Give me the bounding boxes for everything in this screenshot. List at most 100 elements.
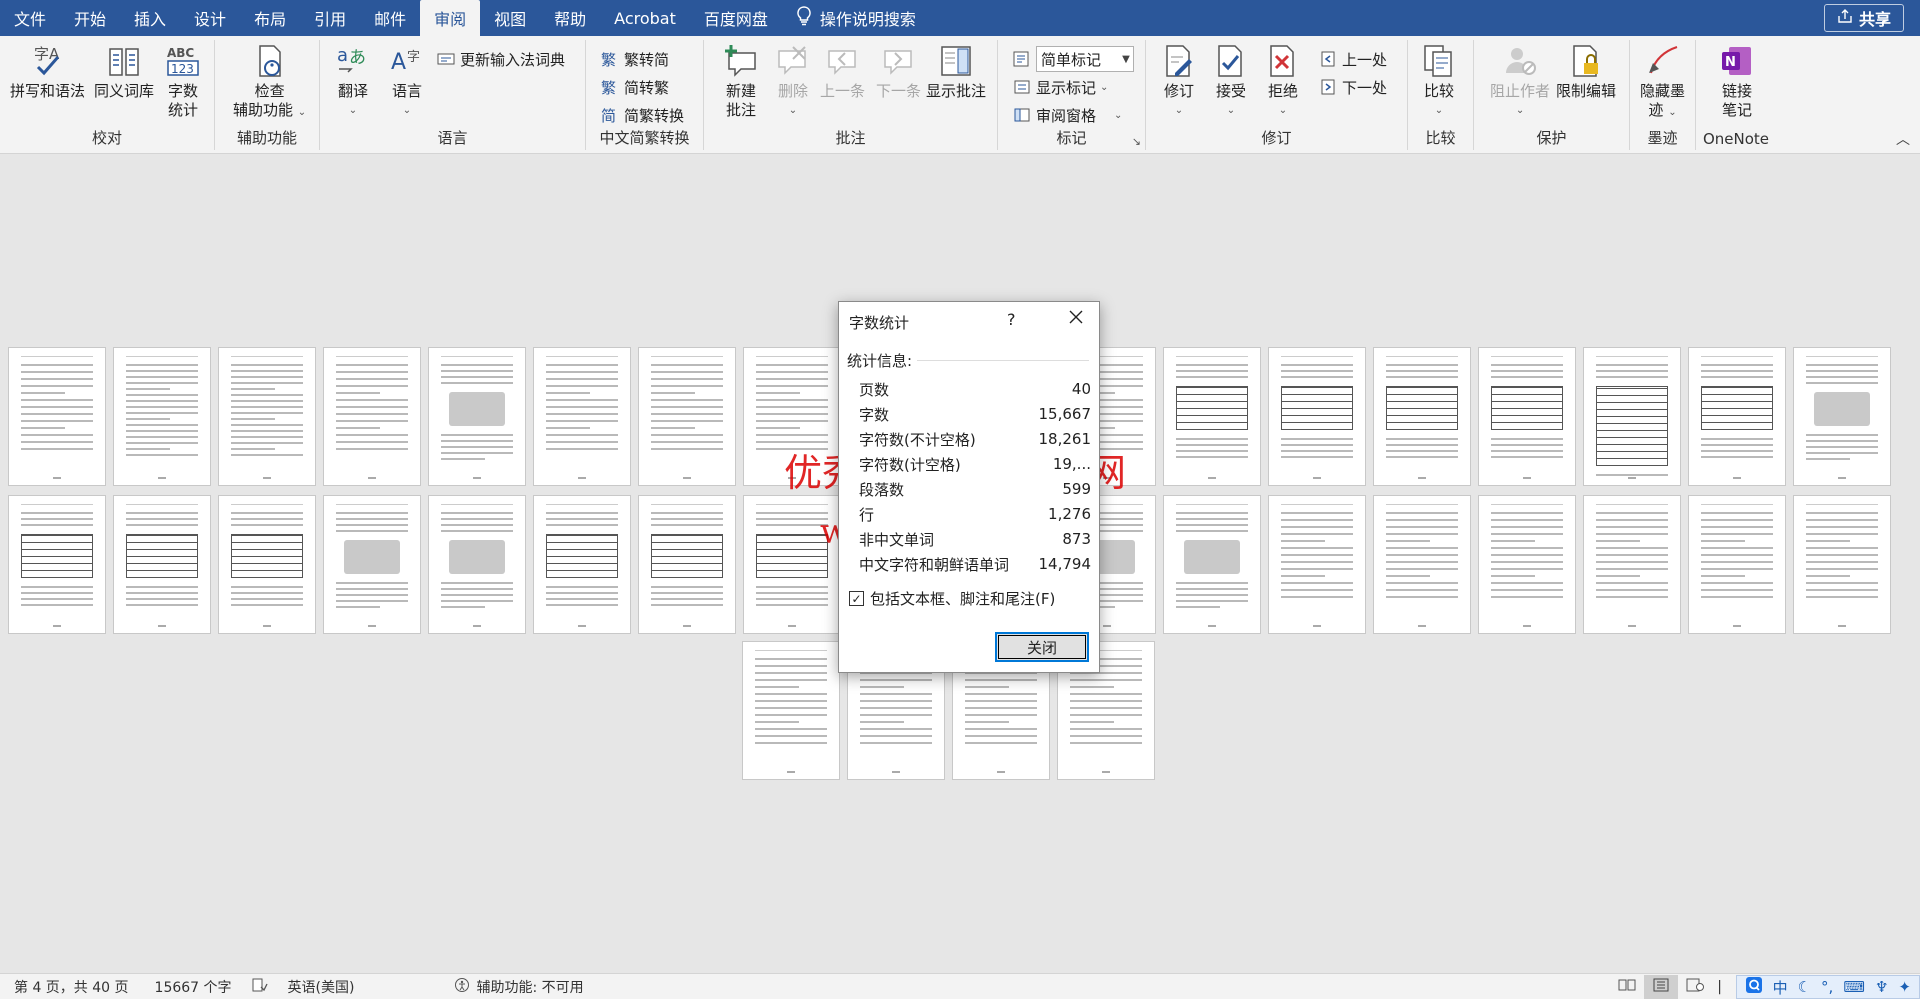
translate-button[interactable]: aあ 翻译 ⌄	[334, 42, 372, 120]
web-layout-button[interactable]	[1678, 975, 1712, 999]
word-count-indicator[interactable]: 15667 个字	[139, 977, 242, 997]
ime-mode-label[interactable]: 中	[1773, 977, 1788, 998]
page-thumbnail[interactable]	[1268, 347, 1366, 486]
page-thumbnail[interactable]	[113, 347, 211, 486]
settings-icon[interactable]: ✦	[1898, 978, 1911, 996]
reviewing-pane-button[interactable]: 审阅窗格 ⌄	[1012, 102, 1122, 128]
page-thumbnail[interactable]	[533, 495, 631, 634]
text-line	[441, 434, 513, 436]
tab-insert[interactable]: 插入	[120, 0, 180, 36]
previous-change-button[interactable]: 上一处	[1318, 46, 1387, 72]
page-thumbnail[interactable]	[1793, 347, 1891, 486]
page-thumbnail[interactable]	[113, 495, 211, 634]
dialog-launcher-icon[interactable]: ↘	[1132, 135, 1141, 148]
text-line	[1701, 519, 1773, 521]
page-thumbnail[interactable]	[742, 641, 840, 780]
tab-file[interactable]: 文件	[0, 0, 60, 36]
tell-me-search[interactable]: 操作说明搜索	[782, 6, 930, 30]
check-accessibility-button[interactable]: 检查 辅助功能 ⌄	[233, 42, 306, 122]
page-thumbnail[interactable]	[638, 495, 736, 634]
tab-help[interactable]: 帮助	[540, 0, 600, 36]
page-thumbnail[interactable]	[1478, 347, 1576, 486]
delete-comment-button[interactable]: 删除 ⌄	[774, 42, 812, 120]
page-thumbnail[interactable]	[1688, 495, 1786, 634]
next-change-button[interactable]: 下一处	[1318, 74, 1387, 100]
page-thumbnail[interactable]	[323, 495, 421, 634]
restrict-editing-button[interactable]: 限制编辑	[1556, 42, 1616, 101]
update-ime-dictionary-button[interactable]: 更新输入法词典	[436, 46, 565, 72]
share-button[interactable]: 共享	[1823, 4, 1904, 32]
new-comment-icon	[722, 42, 760, 80]
compare-button[interactable]: 比较 ⌄	[1420, 42, 1458, 120]
page-thumbnail[interactable]	[1373, 495, 1471, 634]
track-changes-button[interactable]: 修订 ⌄	[1160, 42, 1198, 120]
previous-comment-button[interactable]: 上一条	[820, 42, 865, 101]
tab-home[interactable]: 开始	[60, 0, 120, 36]
tab-design[interactable]: 设计	[180, 0, 240, 36]
page-thumbnail[interactable]	[1793, 495, 1891, 634]
zoom-slider-minus[interactable]: |	[1712, 975, 1728, 999]
show-markup-button[interactable]: 显示标记 ⌄	[1012, 74, 1108, 100]
markup-combo[interactable]: 简单标记 ▼	[1036, 46, 1134, 72]
tab-mailings[interactable]: 邮件	[360, 0, 420, 36]
language-button[interactable]: A字 语言 ⌄	[388, 42, 426, 120]
page-thumbnail[interactable]	[1583, 495, 1681, 634]
tab-review[interactable]: 审阅	[420, 0, 481, 36]
reject-button[interactable]: 拒绝 ⌄	[1264, 42, 1302, 120]
simplified-to-traditional-button[interactable]: 繁 简转繁	[600, 74, 669, 100]
punctuation-icon[interactable]: °,	[1821, 978, 1833, 996]
accept-button[interactable]: 接受 ⌄	[1212, 42, 1250, 120]
collapse-ribbon-icon[interactable]: ︿	[1896, 129, 1910, 149]
page-thumbnail[interactable]	[638, 347, 736, 486]
read-mode-button[interactable]	[1610, 975, 1644, 999]
page-thumbnail[interactable]	[218, 495, 316, 634]
dialog-close-button[interactable]	[1065, 308, 1087, 330]
ime-toolbar[interactable]: 中 ☾ °, ⌨ ♆ ✦	[1735, 975, 1920, 999]
page-thumbnail[interactable]	[8, 347, 106, 486]
page-thumbnail[interactable]	[1688, 347, 1786, 486]
page-thumbnail[interactable]	[743, 495, 841, 634]
page-thumbnail[interactable]	[743, 347, 841, 486]
page-thumbnail[interactable]	[1583, 347, 1681, 486]
tab-baidu-netdisk[interactable]: 百度网盘	[690, 0, 782, 36]
linked-notes-button[interactable]: N 链接 笔记	[1718, 42, 1756, 120]
tab-view[interactable]: 视图	[480, 0, 540, 36]
language-indicator[interactable]: 英语(美国)	[278, 977, 365, 997]
close-button[interactable]: 关闭	[995, 632, 1089, 662]
page-thumbnail[interactable]	[428, 347, 526, 486]
page-thumbnail[interactable]	[1478, 495, 1576, 634]
page-thumbnail[interactable]	[533, 347, 631, 486]
spelling-grammar-button[interactable]: 字A 拼写和语法	[10, 42, 85, 101]
new-comment-button[interactable]: 新建 批注	[722, 42, 760, 120]
skin-icon[interactable]: ♆	[1875, 978, 1888, 996]
page-thumbnail[interactable]	[323, 347, 421, 486]
page-thumbnail[interactable]	[1163, 347, 1261, 486]
print-layout-button[interactable]	[1643, 975, 1678, 999]
block-authors-button[interactable]: 阻止作者 ⌄	[1490, 42, 1550, 120]
moon-icon[interactable]: ☾	[1798, 978, 1811, 996]
show-comments-button[interactable]: 显示批注	[926, 42, 986, 101]
next-comment-button[interactable]: 下一条	[876, 42, 921, 101]
text-line	[1491, 533, 1563, 535]
word-count-button[interactable]: ABC 123 字数 统计	[164, 42, 202, 120]
hide-ink-button[interactable]: 隐藏墨 迹 ⌄	[1640, 42, 1685, 122]
page-thumbnail[interactable]	[218, 347, 316, 486]
page-thumbnail[interactable]	[1268, 495, 1366, 634]
include-textboxes-checkbox[interactable]: ✓ 包括文本框、脚注和尾注(F)	[849, 588, 1055, 609]
traditional-to-simplified-button[interactable]: 繁 繁转简	[600, 46, 669, 72]
tab-references[interactable]: 引用	[300, 0, 360, 36]
page-thumbnail[interactable]	[1373, 347, 1471, 486]
page-thumbnail[interactable]	[8, 495, 106, 634]
proofing-status[interactable]	[242, 978, 278, 996]
page-thumbnail[interactable]	[428, 495, 526, 634]
page-indicator[interactable]: 第 4 页，共 40 页	[0, 977, 139, 997]
thesaurus-button[interactable]: 同义词库	[94, 42, 154, 101]
page-thumbnail[interactable]	[1163, 495, 1261, 634]
tab-layout[interactable]: 布局	[240, 0, 300, 36]
tab-acrobat[interactable]: Acrobat	[600, 0, 690, 36]
accessibility-indicator[interactable]: 辅助功能: 不可用	[364, 977, 593, 997]
help-button[interactable]: ?	[1007, 310, 1016, 329]
keyboard-icon[interactable]: ⌨	[1843, 978, 1865, 996]
text-line	[756, 604, 828, 606]
convert-chinese-button[interactable]: 简 简繁转换	[600, 102, 684, 128]
